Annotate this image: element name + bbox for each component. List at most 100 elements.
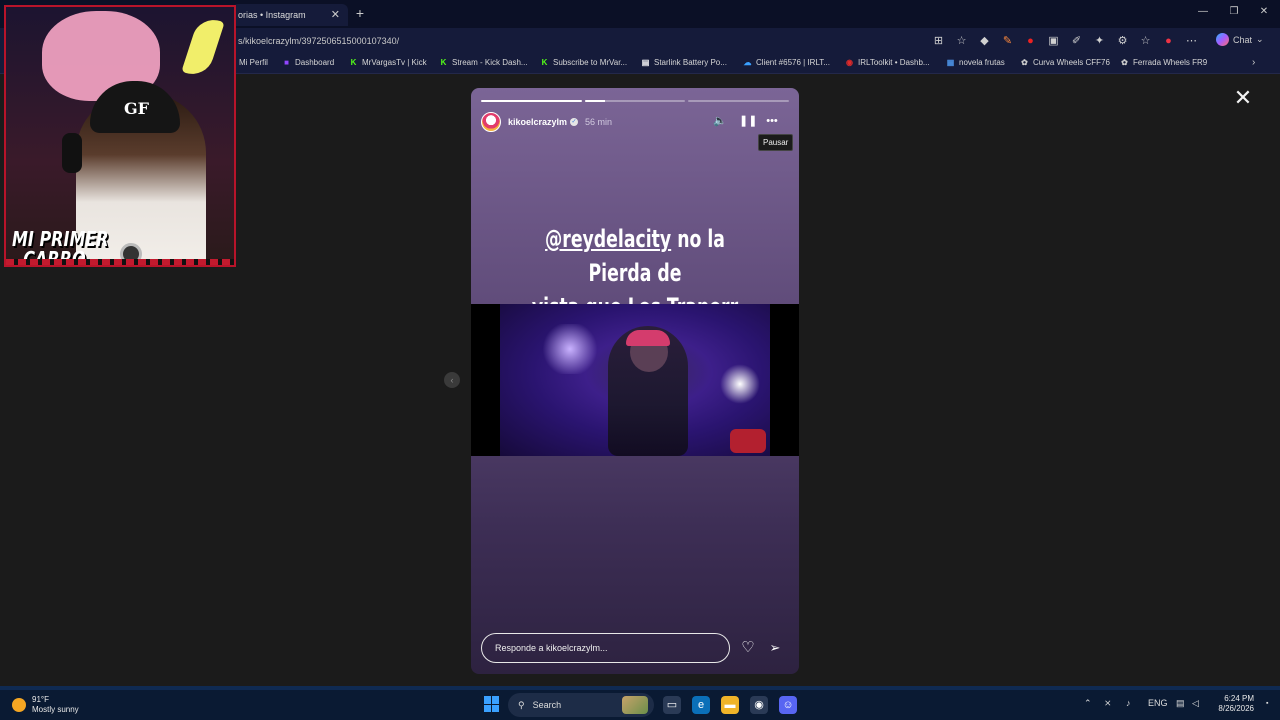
kick-icon: K — [350, 58, 357, 67]
bookmark-novela-frutas[interactable]: ▦ novela frutas — [946, 58, 1005, 67]
kick-icon: K — [440, 58, 447, 67]
chevron-down-icon: ⌄ — [1256, 34, 1264, 44]
wifi-icon[interactable]: ▤ — [1176, 698, 1185, 709]
taskbar-search[interactable]: ⚲ Search — [508, 693, 654, 717]
verified-badge-icon: ✓ — [570, 118, 579, 126]
favorites-icon[interactable]: ☆ — [1137, 33, 1154, 49]
volume-icon[interactable]: ◁ — [1192, 698, 1199, 709]
split-screen-icon[interactable]: ⊞ — [930, 33, 947, 49]
new-tab-button[interactable]: + — [352, 5, 368, 21]
edge-icon[interactable]: e — [692, 696, 710, 714]
tab-instagram[interactable]: orias • Instagram ✕ — [232, 4, 348, 26]
pause-tooltip: Pausar — [758, 134, 794, 151]
extension-camera-icon[interactable]: ▣ — [1045, 33, 1062, 49]
story-progress — [481, 100, 790, 102]
profile-avatar[interactable]: ● — [1160, 33, 1177, 49]
story-header: kikoelcrazylm ✓ 56 min 🔈 ❚❚ ••• — [481, 112, 789, 132]
irltoolkit-icon: ◉ — [846, 58, 853, 67]
network-off-icon[interactable]: ⨯ — [1104, 698, 1112, 709]
cap-logo: GF — [124, 99, 150, 118]
chevron-up-icon[interactable]: ⌃ — [1084, 698, 1092, 709]
stage-light — [540, 324, 600, 374]
close-icon[interactable]: ✕ — [331, 8, 340, 21]
extension-pen-icon[interactable]: ✎ — [999, 33, 1016, 49]
heart-icon[interactable]: ♡ — [739, 639, 757, 657]
wheel-icon: ✿ — [1021, 58, 1028, 67]
reply-input[interactable] — [481, 633, 730, 663]
bookmark-kick-dash[interactable]: K Stream - Kick Dash... — [439, 58, 528, 67]
bookmark-curva-wheels[interactable]: ✿ Curva Wheels CFF76 — [1020, 58, 1110, 67]
caption-line-1: @reydelacity no la Pierda de — [517, 222, 753, 290]
weather-condition: Mostly sunny — [32, 705, 79, 714]
video-sticker — [730, 429, 766, 453]
kick-icon: K — [541, 58, 548, 67]
story-username[interactable]: kikoelcrazylm — [508, 117, 567, 127]
volume-icon[interactable]: 🔈 — [713, 114, 727, 128]
reply-bar: ♡ ➢ — [481, 633, 789, 663]
send-icon[interactable]: ➢ — [766, 639, 784, 657]
banana-neon-sign — [181, 14, 225, 80]
weather-text: 91°F Mostly sunny — [32, 695, 79, 715]
progress-fill — [584, 100, 605, 102]
tab-title: orias • Instagram — [238, 10, 306, 20]
extension-edit-icon[interactable]: ✐ — [1068, 33, 1085, 49]
bookmark-client[interactable]: ☁ Client #6576 | IRLT... — [743, 58, 830, 67]
extension-record-icon[interactable]: ● — [1022, 33, 1039, 49]
bookmark-irltoolkit[interactable]: ◉ IRLToolkit • Dashb... — [845, 58, 930, 67]
more-options-icon[interactable]: ••• — [765, 114, 779, 128]
video-frame — [500, 304, 770, 456]
story-time: 56 min — [585, 117, 613, 127]
task-view-icon[interactable]: ▭ — [663, 696, 681, 714]
previous-story-button[interactable]: ‹ — [444, 372, 460, 388]
progress-fill — [481, 100, 582, 102]
twitch-icon: ■ — [284, 58, 289, 67]
webcam-overlay: GF MI PRIMER CARRO — [4, 5, 236, 267]
minimize-button[interactable]: — — [1196, 6, 1210, 17]
bookmark-subscribe[interactable]: K Subscribe to MrVar... — [540, 58, 628, 67]
weather-temperature: 91°F — [32, 695, 49, 704]
progress-segment — [584, 100, 686, 102]
notification-icon[interactable]: ▪ — [1266, 700, 1268, 707]
start-button[interactable] — [484, 696, 500, 712]
more-menu-icon[interactable]: ⋯ — [1183, 33, 1200, 49]
bookmark-ferrada-wheels[interactable]: ✿ Ferrada Wheels FR9 — [1120, 58, 1207, 67]
restore-button[interactable]: ❐ — [1227, 6, 1241, 17]
bookmark-dashboard[interactable]: ■ Dashboard — [282, 58, 334, 67]
pause-icon[interactable]: ❚❚ — [739, 114, 757, 128]
microphone-icon[interactable]: ♪ — [1126, 698, 1131, 708]
copilot-icon — [1216, 33, 1229, 46]
url-field[interactable]: s/kikoelcrazylm/3972506515000107340/ — [238, 36, 399, 46]
obs-icon[interactable]: ◉ — [750, 696, 768, 714]
bookmark-kick[interactable]: K MrVargasTv | Kick — [349, 58, 427, 67]
webcam-caption-line-1: MI PRIMER — [12, 227, 109, 251]
extension-puzzle-icon[interactable]: ✦ — [1091, 33, 1108, 49]
search-icon: ⚲ — [518, 699, 525, 710]
clock-time: 6:24 PM — [1224, 694, 1254, 703]
file-explorer-icon[interactable]: ▬ — [721, 696, 739, 714]
weather-widget[interactable]: 91°F Mostly sunny — [12, 695, 79, 715]
extension-diamond-icon[interactable]: ◆ — [976, 33, 993, 49]
doc-icon: ▦ — [946, 58, 955, 67]
story-controls: 🔈 ❚❚ ••• — [713, 114, 779, 128]
story-card[interactable]: kikoelcrazylm ✓ 56 min 🔈 ❚❚ ••• @reydela… — [471, 88, 799, 674]
avatar[interactable] — [481, 112, 501, 132]
caption-mention[interactable]: @reydelacity — [545, 225, 671, 253]
cloud-icon: ☁ — [743, 58, 752, 67]
dancer-cap — [626, 330, 670, 346]
favorite-star-icon[interactable]: ☆ — [953, 33, 970, 49]
window-close-button[interactable]: ✕ — [1257, 6, 1271, 17]
close-story-icon[interactable]: ✕ — [1233, 87, 1253, 109]
chevron-right-icon[interactable]: › — [1252, 57, 1255, 68]
webcam-stripe — [6, 259, 234, 265]
language-indicator[interactable]: ENG — [1148, 698, 1168, 708]
extensions-icon[interactable]: ⚙ — [1114, 33, 1131, 49]
discord-icon[interactable]: ☺ — [779, 696, 797, 714]
copilot-chat-button[interactable]: Chat ⌄ — [1216, 33, 1264, 46]
wheel-icon: ✿ — [1121, 58, 1128, 67]
progress-segment — [688, 100, 790, 102]
sun-icon — [12, 698, 26, 712]
story-video[interactable] — [471, 304, 799, 456]
extensions-toolbar: ⊞ ☆ ◆ ✎ ● ▣ ✐ ✦ ⚙ ☆ ● ⋯ — [930, 33, 1200, 49]
bookmark-starlink[interactable]: ▤ Starlink Battery Po... — [641, 58, 727, 67]
system-clock[interactable]: 6:24 PM 8/26/2026 — [1212, 694, 1254, 714]
